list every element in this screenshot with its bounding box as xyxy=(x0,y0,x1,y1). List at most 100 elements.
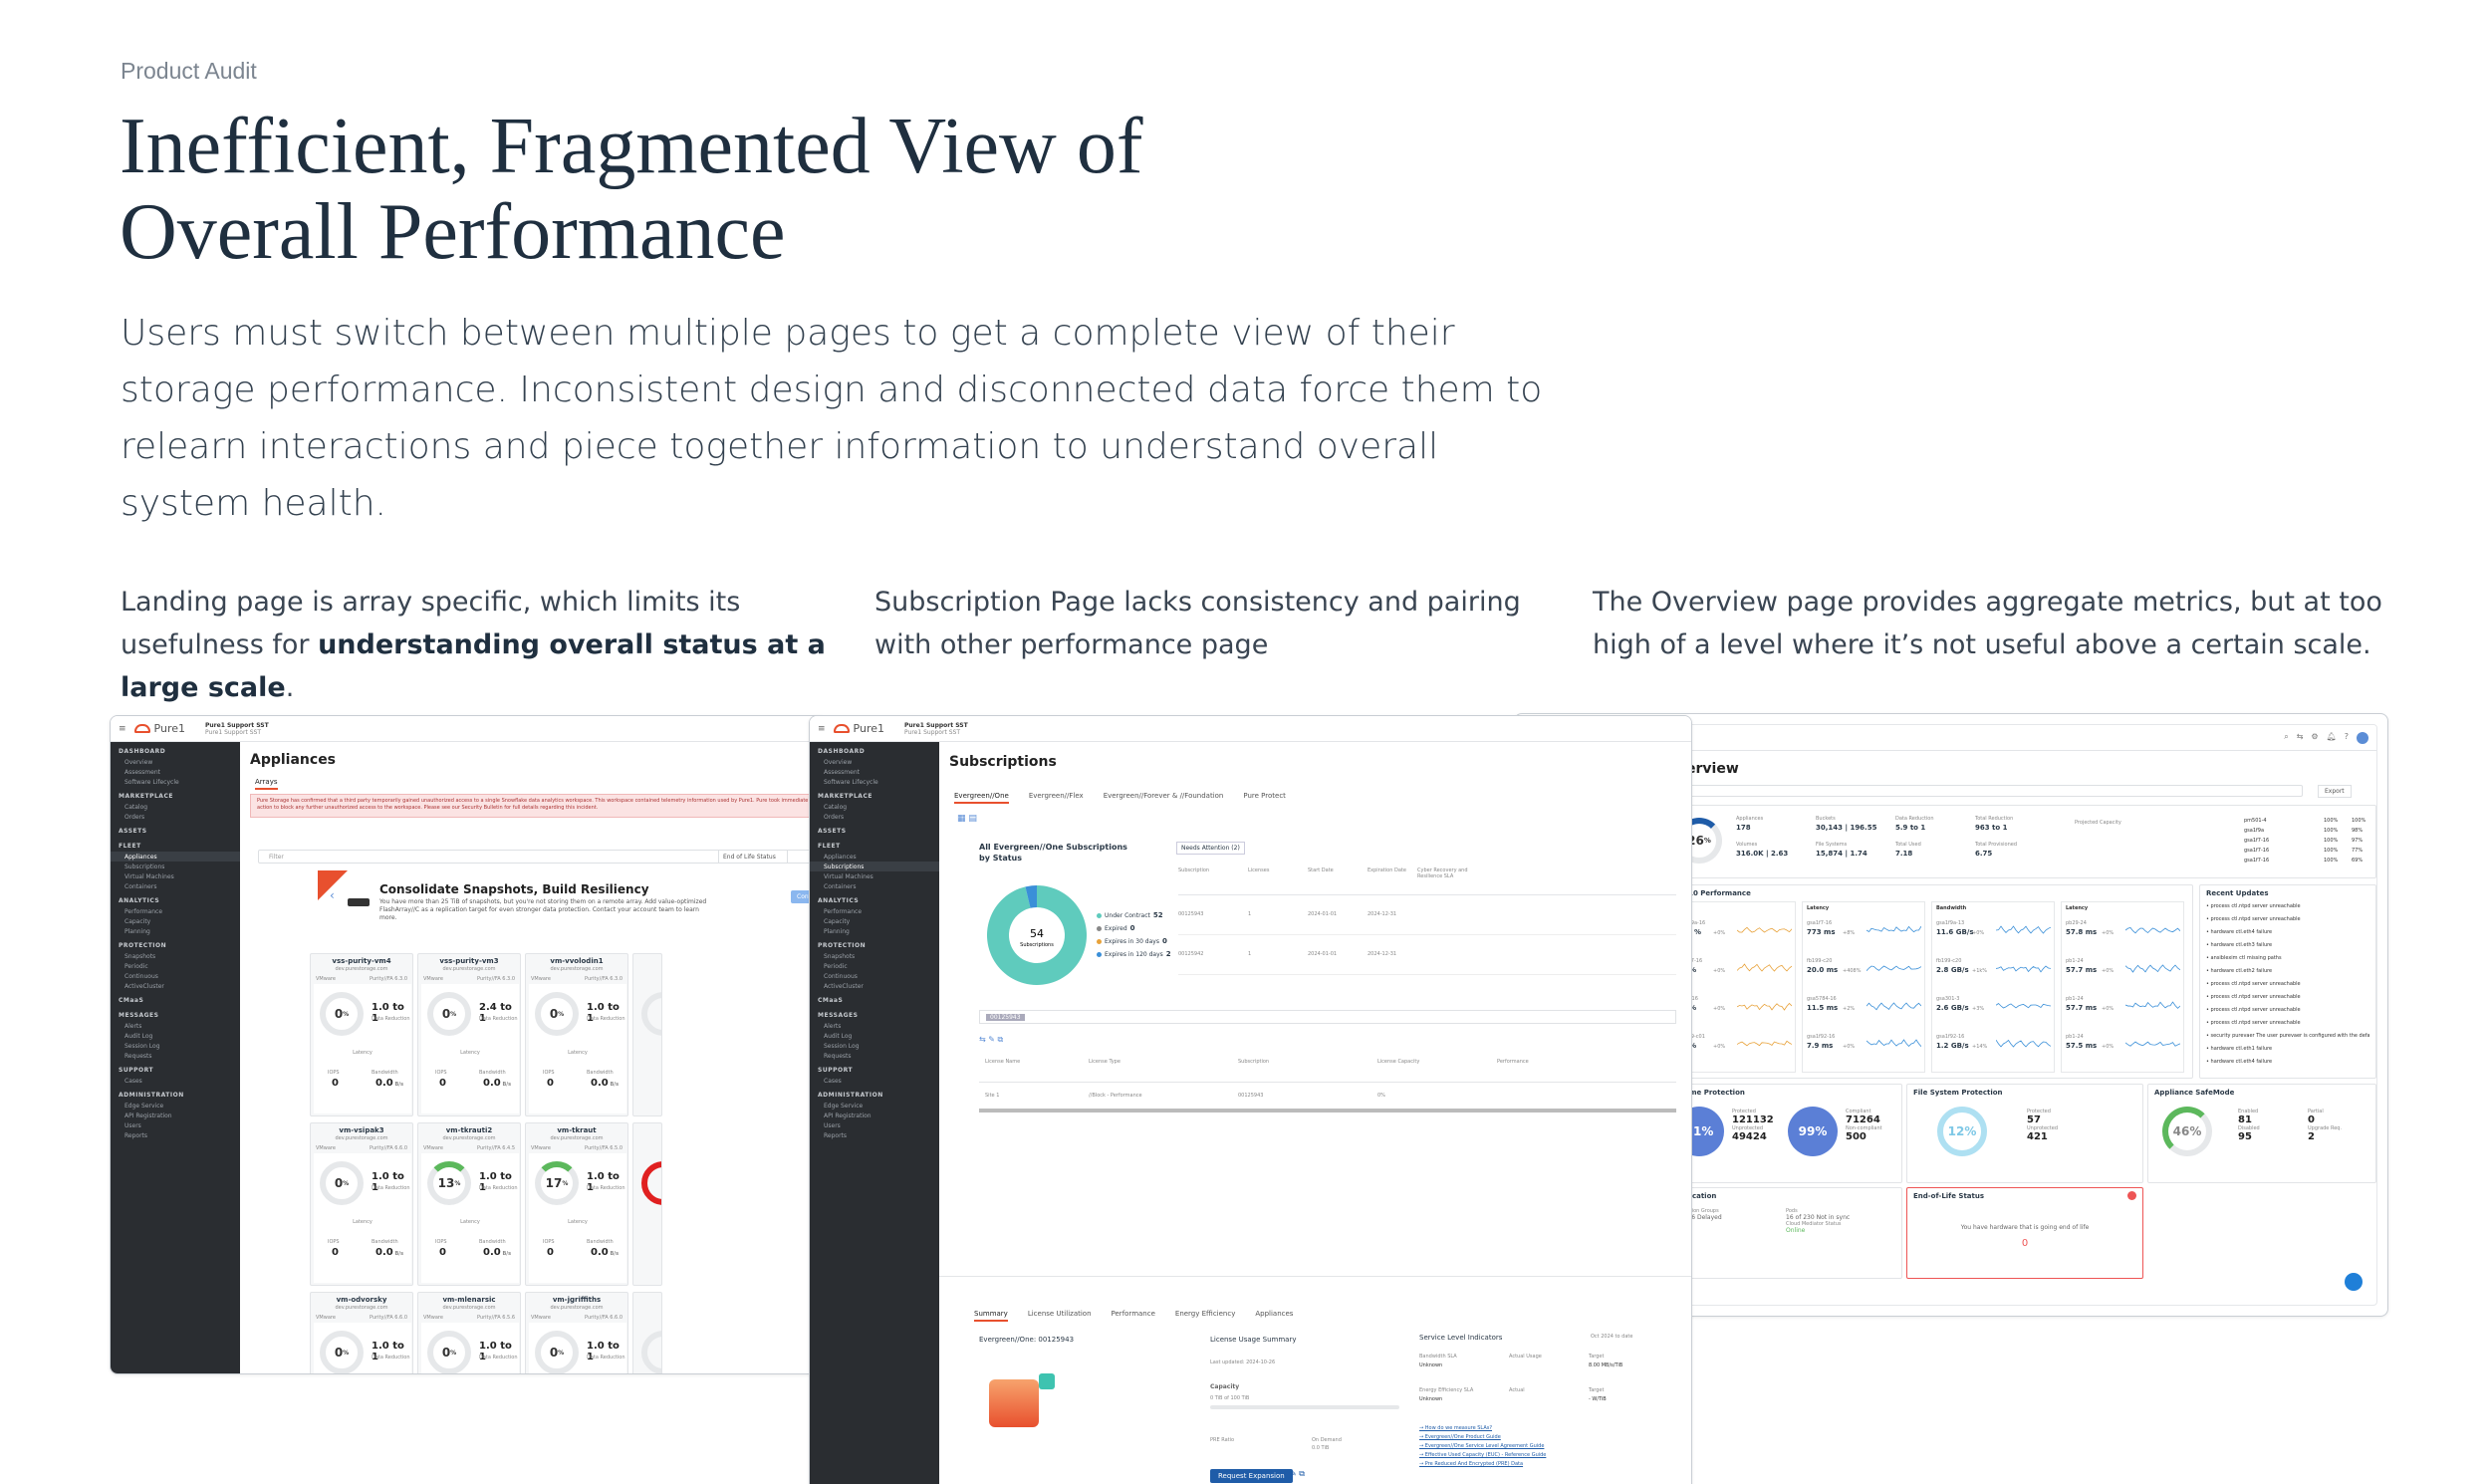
sidebar-section[interactable]: ADMINISTRATION xyxy=(111,1086,240,1101)
sidebar-item[interactable]: Continuous xyxy=(111,971,240,981)
top10-array[interactable]: gsa1f9a-13 xyxy=(1936,920,1964,926)
top10-array[interactable]: gsa5784-16 xyxy=(1807,996,1837,1002)
top10-array[interactable]: gsa1f7-16 xyxy=(1807,920,1832,926)
update-item[interactable]: • hardware ctl.eth4 failure xyxy=(2206,1059,2369,1065)
sidebar-section[interactable]: ANALYTICS xyxy=(111,891,240,906)
sidebar-item[interactable]: Continuous xyxy=(810,971,939,981)
sidebar-item[interactable]: Appliances xyxy=(111,852,240,862)
sidebar-item[interactable]: Subscriptions xyxy=(111,862,240,871)
help-link[interactable]: → Pre Reduced And Encrypted (PRE) Data xyxy=(1419,1461,1546,1467)
array-card[interactable]: vss-purity-vm3 dev.purestorage.com VMware P… xyxy=(417,953,521,1116)
org-selector[interactable]: Pure1 Support SSTPure1 Support SST xyxy=(205,722,269,736)
update-item[interactable]: • hardware ctl.eth2 failure xyxy=(2206,968,2369,974)
update-item[interactable]: • security purevaer The user purevaer is… xyxy=(2206,1033,2369,1039)
request-expansion-button[interactable]: Request Expansion xyxy=(1210,1469,1293,1483)
help-link[interactable]: → Effective Used Capacity (EUC) - Refere… xyxy=(1419,1452,1546,1458)
sidebar-item[interactable]: Assessment xyxy=(810,767,939,777)
sidebar-item[interactable]: ActiveCluster xyxy=(111,981,240,991)
sidebar-item[interactable]: API Registration xyxy=(111,1111,240,1120)
subscription-tab[interactable]: Evergreen//Flex xyxy=(1029,792,1084,804)
sidebar-item[interactable]: Catalog xyxy=(111,802,240,812)
update-item[interactable]: • process ctl.ntpd server unreachable xyxy=(2206,994,2369,1000)
array-card[interactable]: vm-mlenarsic dev.purestorage.com VMware Pur… xyxy=(417,1292,521,1373)
sidebar-section[interactable]: DASHBOARD xyxy=(111,742,240,757)
sidebar-item[interactable]: Users xyxy=(111,1120,240,1130)
license-filter[interactable]: 00125943 xyxy=(979,1010,1676,1024)
sidebar-section[interactable]: FLEET xyxy=(111,837,240,852)
sidebar-item[interactable]: ActiveCluster xyxy=(810,981,939,991)
sidebar-item[interactable]: Periodic xyxy=(111,961,240,971)
sidebar-item[interactable]: Subscriptions xyxy=(810,862,939,871)
sort-select[interactable]: End of Life Status xyxy=(718,850,788,864)
needs-attention-select[interactable]: Needs Attention (2) xyxy=(1176,842,1245,855)
top10-array[interactable]: pb1-24 xyxy=(2066,1034,2084,1040)
sidebar-section[interactable]: FLEET xyxy=(810,837,939,852)
sidebar-item[interactable]: Reports xyxy=(111,1130,240,1140)
array-card-partial[interactable] xyxy=(632,953,662,1116)
array-card[interactable]: vm-jgriffiths dev.purestorage.com VMware Pu… xyxy=(525,1292,628,1373)
settings-icon[interactable]: ⚙ xyxy=(2311,732,2318,744)
sidebar-item[interactable]: Reports xyxy=(810,1130,939,1140)
top10-array[interactable]: gsa301-3 xyxy=(1936,996,1959,1002)
sidebar-item[interactable]: Performance xyxy=(111,906,240,916)
sidebar-section[interactable]: MESSAGES xyxy=(810,1006,939,1021)
sidebar-section[interactable]: ASSETS xyxy=(111,822,240,837)
sidebar-item[interactable]: Overview xyxy=(810,757,939,767)
subscription-tab[interactable]: Evergreen//Forever & //Foundation xyxy=(1104,792,1224,804)
update-item[interactable]: • hardware ctl.eth3 failure xyxy=(2206,942,2369,948)
array-card[interactable]: vm-odvorsky dev.purestorage.com VMware Puri… xyxy=(310,1292,413,1373)
menu-icon[interactable]: ≡ xyxy=(119,724,126,734)
metric-selector[interactable]: Latency xyxy=(1807,905,1829,911)
top10-array[interactable]: fb199-c20 xyxy=(1936,958,1961,964)
update-item[interactable]: • process ctl.ntpd server unreachable xyxy=(2206,981,2369,987)
legend-item[interactable]: Expired 0 xyxy=(1097,924,1171,932)
sidebar-item[interactable]: Audit Log xyxy=(111,1031,240,1041)
sidebar-item[interactable]: Orders xyxy=(810,812,939,822)
sidebar-item[interactable]: Edge Service xyxy=(111,1101,240,1111)
sidebar-item[interactable]: Alerts xyxy=(810,1021,939,1031)
legend-item[interactable]: Expires in 30 days 0 xyxy=(1097,937,1171,945)
array-card-partial[interactable] xyxy=(632,1122,662,1286)
sidebar-item[interactable]: Planning xyxy=(810,926,939,936)
array-card[interactable]: vm-vvolodin1 dev.purestorage.com VMware Pur… xyxy=(525,953,628,1116)
legend-item[interactable]: Under Contract 52 xyxy=(1097,911,1171,919)
sidebar-section[interactable]: ASSETS xyxy=(810,822,939,837)
sidebar-section[interactable]: CMaaS xyxy=(111,991,240,1006)
update-item[interactable]: • hardware ctl.eth1 failure xyxy=(2206,1046,2369,1052)
array-card-partial[interactable] xyxy=(632,1292,662,1373)
sidebar-item[interactable]: Requests xyxy=(111,1051,240,1061)
chevron-left-icon[interactable]: ‹ xyxy=(330,888,335,902)
sidebar-section[interactable]: MARKETPLACE xyxy=(111,787,240,802)
sidebar-item[interactable]: Catalog xyxy=(810,802,939,812)
sidebar-item[interactable]: Capacity xyxy=(810,916,939,926)
array-card[interactable]: vm-vsipak3 dev.purestorage.com VMware Purit… xyxy=(310,1122,413,1286)
sidebar-section[interactable]: MARKETPLACE xyxy=(810,787,939,802)
top10-array[interactable]: gsa1f92-16 xyxy=(1807,1034,1835,1040)
array-card[interactable]: vm-tkrauti2 dev.purestorage.com VMware Puri… xyxy=(417,1122,521,1286)
subscription-tab[interactable]: Evergreen//One xyxy=(954,792,1009,804)
sidebar-section[interactable]: DASHBOARD xyxy=(810,742,939,757)
sidebar-section[interactable]: PROTECTION xyxy=(810,936,939,951)
share-icon[interactable]: ⇆ xyxy=(2297,732,2304,744)
top10-array[interactable]: pb1-24 xyxy=(2066,958,2084,964)
search-icon[interactable]: ⌕ xyxy=(2284,732,2288,744)
sidebar-item[interactable]: Containers xyxy=(810,881,939,891)
help-link[interactable]: → Evergreen//One Service Level Agreement… xyxy=(1419,1443,1546,1449)
array-card[interactable]: vm-tkraut dev.purestorage.com VMware Purity… xyxy=(525,1122,628,1286)
update-item[interactable]: • process ctl.ntpd server unreachable xyxy=(2206,916,2369,922)
sidebar-item[interactable]: Orders xyxy=(111,812,240,822)
license-action-icons[interactable]: ⇆ ✎ ⧉ xyxy=(979,1035,1003,1045)
sidebar-item[interactable]: Containers xyxy=(111,881,240,891)
sidebar-item[interactable]: Virtual Machines xyxy=(111,871,240,881)
metric-selector[interactable]: Bandwidth xyxy=(1936,905,1966,911)
sidebar-item[interactable]: Software Lifecycle xyxy=(111,777,240,787)
sidebar-item[interactable]: Audit Log xyxy=(810,1031,939,1041)
sidebar-item[interactable]: Planning xyxy=(111,926,240,936)
sidebar-item[interactable]: Capacity xyxy=(111,916,240,926)
sidebar-item[interactable]: Session Log xyxy=(810,1041,939,1051)
detail-tab[interactable]: Energy Efficiency xyxy=(1175,1310,1235,1322)
avatar[interactable] xyxy=(2357,731,2368,744)
legend-item[interactable]: Expires in 120 days 2 xyxy=(1097,950,1171,958)
sidebar-item[interactable]: Session Log xyxy=(111,1041,240,1051)
sidebar-section[interactable]: ANALYTICS xyxy=(810,891,939,906)
